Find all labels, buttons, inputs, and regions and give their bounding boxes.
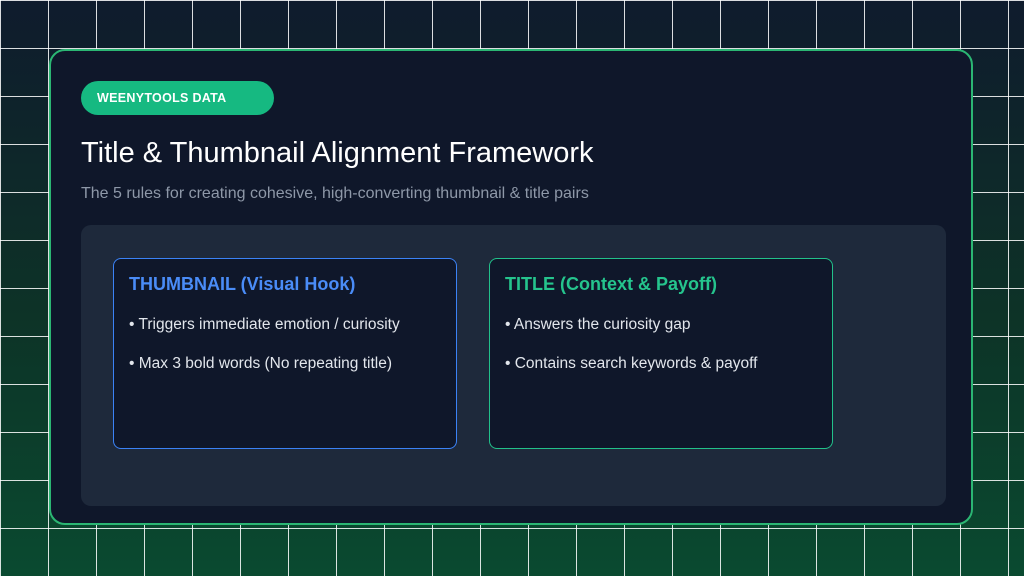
list-item: • Contains search keywords & payoff [505, 355, 758, 372]
list-item: • Max 3 bold words (No repeating title) [129, 355, 393, 372]
comparison-panel: THUMBNAIL (Visual Hook) • Triggers immed… [81, 225, 946, 506]
page-subtitle: The 5 rules for creating cohesive, high-… [81, 185, 589, 202]
page-title: Title & Thumbnail Alignment Framework [81, 137, 594, 169]
list-item: • Answers the curiosity gap [505, 316, 691, 333]
framework-card: WEENYTOOLS DATA Title & Thumbnail Alignm… [49, 49, 973, 525]
thumbnail-bullet-list: • Triggers immediate emotion / curiosity… [129, 315, 400, 393]
title-heading: TITLE (Context & Payoff) [505, 274, 717, 294]
thumbnail-box: THUMBNAIL (Visual Hook) • Triggers immed… [113, 258, 457, 449]
list-item: • Triggers immediate emotion / curiosity [129, 316, 400, 333]
title-bullet-list: • Answers the curiosity gap • Contains s… [505, 315, 757, 393]
source-badge: WEENYTOOLS DATA [81, 81, 274, 115]
title-box: TITLE (Context & Payoff) • Answers the c… [489, 258, 833, 449]
thumbnail-heading: THUMBNAIL (Visual Hook) [129, 274, 356, 294]
